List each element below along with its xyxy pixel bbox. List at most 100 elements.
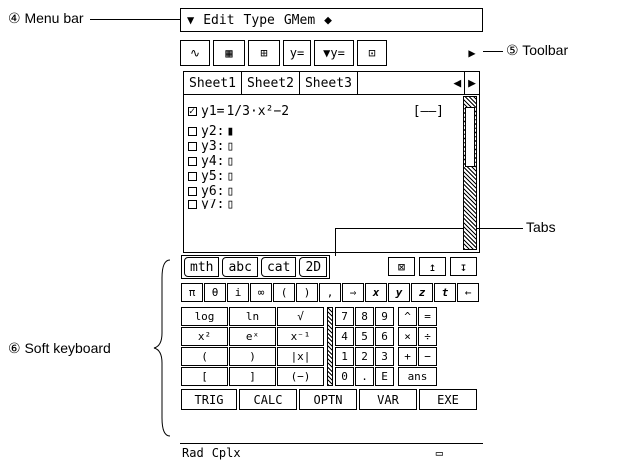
cursor-icon[interactable]: ▮ bbox=[226, 124, 234, 139]
equation-row-y5[interactable]: y5: ▯ bbox=[188, 169, 458, 184]
key-ans[interactable]: ans bbox=[398, 367, 437, 386]
key-2[interactable]: 2 bbox=[355, 347, 374, 366]
equation-row-y2[interactable]: y2: ▮ bbox=[188, 124, 458, 139]
menu-gmem[interactable]: GMem bbox=[284, 13, 315, 28]
key-x-squared[interactable]: x² bbox=[181, 327, 228, 346]
key-x[interactable]: x bbox=[365, 283, 387, 302]
checkbox-icon[interactable] bbox=[188, 142, 197, 151]
key-minus[interactable]: − bbox=[418, 347, 437, 366]
keyboard-tabs: mth abc cat 2D bbox=[181, 255, 331, 279]
key-5[interactable]: 5 bbox=[355, 327, 374, 346]
key-decimal[interactable]: . bbox=[355, 367, 374, 386]
key-exponent[interactable]: E bbox=[375, 367, 394, 386]
key-0[interactable]: 0 bbox=[335, 367, 354, 386]
menu-icon[interactable]: ▼ bbox=[187, 13, 194, 27]
key-log[interactable]: log bbox=[181, 307, 228, 326]
key-theta[interactable]: θ bbox=[204, 283, 226, 302]
equation-row-y7[interactable]: y7: ▯ bbox=[188, 199, 458, 209]
sheet-prev-icon[interactable]: ◀ bbox=[450, 72, 466, 94]
checkbox-icon[interactable] bbox=[188, 127, 197, 136]
exe-button[interactable]: EXE bbox=[419, 389, 477, 410]
empty-slot[interactable]: ▯ bbox=[226, 184, 234, 199]
key-ln[interactable]: ln bbox=[229, 307, 276, 326]
equation-list: ✓ y1= 1/3·x²−2 [——] y2: ▮ y3: ▯ y4: ▯ y5… bbox=[188, 98, 458, 209]
tab-sheet3[interactable]: Sheet3 bbox=[300, 72, 358, 94]
key-i[interactable]: i bbox=[227, 283, 249, 302]
graph-type-dropdown[interactable]: ▼y= bbox=[314, 40, 354, 66]
key-abs[interactable]: |x| bbox=[277, 347, 324, 366]
equation-row-y3[interactable]: y3: ▯ bbox=[188, 139, 458, 154]
key-infinity[interactable]: ∞ bbox=[250, 283, 272, 302]
close-keyboard-icon[interactable]: ⊠ bbox=[388, 257, 415, 276]
empty-slot[interactable]: ▯ bbox=[226, 169, 234, 184]
equation-row-y6[interactable]: y6: ▯ bbox=[188, 184, 458, 199]
keyboard-up-icon[interactable]: ↥ bbox=[419, 257, 446, 276]
split-table-icon[interactable]: ⊞ bbox=[248, 40, 280, 66]
empty-slot[interactable]: ▯ bbox=[226, 139, 234, 154]
var-button[interactable]: VAR bbox=[359, 389, 417, 410]
backspace-icon[interactable]: ← bbox=[457, 283, 479, 302]
key-open-paren[interactable]: ( bbox=[273, 283, 295, 302]
menu-edit[interactable]: Edit bbox=[203, 13, 234, 28]
checkbox-checked-icon[interactable]: ✓ bbox=[188, 106, 197, 117]
menu-diamond-icon[interactable]: ◆ bbox=[324, 13, 332, 28]
key-z[interactable]: z bbox=[411, 283, 433, 302]
key-close-paren[interactable]: ) bbox=[296, 283, 318, 302]
checkbox-icon[interactable] bbox=[188, 199, 197, 209]
key-multiply[interactable]: × bbox=[398, 327, 417, 346]
key-7[interactable]: 7 bbox=[335, 307, 354, 326]
key-6[interactable]: 6 bbox=[375, 327, 394, 346]
table-icon[interactable]: ▦ bbox=[213, 40, 245, 66]
sheet-next-icon[interactable]: ▶ bbox=[465, 72, 479, 94]
key-paren-close[interactable]: ) bbox=[229, 347, 276, 366]
toolbar-next-icon[interactable]: ▶ bbox=[461, 40, 483, 66]
empty-slot[interactable]: ▯ bbox=[226, 199, 234, 209]
key-4[interactable]: 4 bbox=[335, 327, 354, 346]
checkbox-icon[interactable] bbox=[188, 187, 197, 196]
key-pi[interactable]: π bbox=[181, 283, 203, 302]
key-9[interactable]: 9 bbox=[375, 307, 394, 326]
key-divide[interactable]: ÷ bbox=[418, 327, 437, 346]
key-comma[interactable]: , bbox=[319, 283, 341, 302]
checkbox-icon[interactable] bbox=[188, 157, 197, 166]
key-1[interactable]: 1 bbox=[335, 347, 354, 366]
checkbox-icon[interactable] bbox=[188, 172, 197, 181]
scrollbar[interactable] bbox=[463, 96, 477, 250]
key-t[interactable]: t bbox=[434, 283, 456, 302]
key-inverse[interactable]: x⁻¹ bbox=[277, 327, 324, 346]
tab-2d[interactable]: 2D bbox=[299, 257, 328, 277]
equation-expression[interactable]: 1/3·x²−2 bbox=[226, 104, 289, 119]
tab-sheet1[interactable]: Sheet1 bbox=[184, 72, 242, 94]
key-implies[interactable]: ⇒ bbox=[342, 283, 364, 302]
key-3[interactable]: 3 bbox=[375, 347, 394, 366]
equation-label: y1= bbox=[201, 103, 225, 119]
key-bracket-open[interactable]: [ bbox=[181, 367, 228, 386]
key-paren-open[interactable]: ( bbox=[181, 347, 228, 366]
key-equals[interactable]: = bbox=[418, 307, 437, 326]
trig-button[interactable]: TRIG bbox=[181, 389, 237, 410]
tab-abc[interactable]: abc bbox=[222, 257, 258, 277]
equation-row-y1[interactable]: ✓ y1= 1/3·x²−2 [——] bbox=[188, 98, 458, 124]
key-sqrt[interactable]: √ bbox=[277, 307, 324, 326]
key-8[interactable]: 8 bbox=[355, 307, 374, 326]
window-icon[interactable]: ⊡ bbox=[357, 40, 387, 66]
optn-button[interactable]: OPTN bbox=[299, 389, 357, 410]
key-plus[interactable]: + bbox=[398, 347, 417, 366]
equation-row-y4[interactable]: y4: ▯ bbox=[188, 154, 458, 169]
line-style-indicator[interactable]: [——] bbox=[413, 104, 444, 119]
calc-button[interactable]: CALC bbox=[239, 389, 297, 410]
key-bracket-close[interactable]: ] bbox=[229, 367, 276, 386]
graph-icon[interactable]: ∿ bbox=[180, 40, 210, 66]
key-y[interactable]: y bbox=[388, 283, 410, 302]
scrollbar-thumb[interactable] bbox=[465, 107, 475, 167]
key-negative[interactable]: (−) bbox=[277, 367, 324, 386]
empty-slot[interactable]: ▯ bbox=[226, 154, 234, 169]
y-equals-button[interactable]: y= bbox=[283, 40, 311, 66]
menu-type[interactable]: Type bbox=[244, 13, 275, 28]
keyboard-down-icon[interactable]: ↧ bbox=[450, 257, 477, 276]
tab-cat[interactable]: cat bbox=[260, 257, 297, 277]
key-exp[interactable]: eˣ bbox=[229, 327, 276, 346]
key-power[interactable]: ^ bbox=[398, 307, 417, 326]
tab-mth[interactable]: mth bbox=[184, 257, 220, 277]
tab-sheet2[interactable]: Sheet2 bbox=[242, 72, 300, 94]
